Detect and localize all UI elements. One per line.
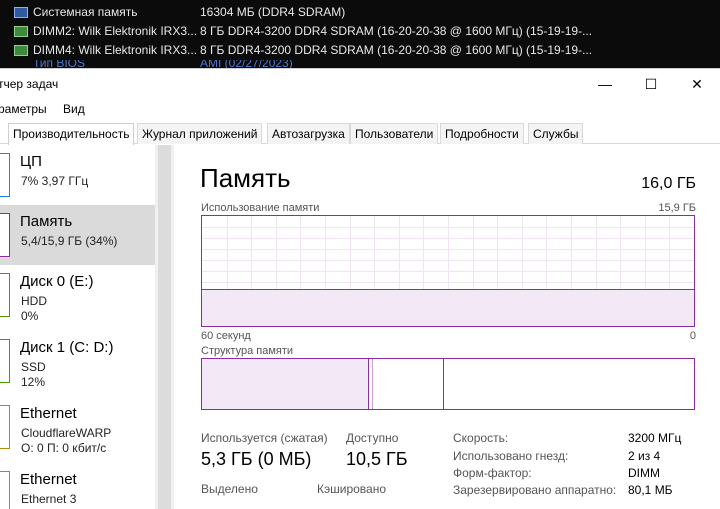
sidebar-item-ethernet-warp[interactable]: Ethernet CloudflareWARP О: 0 П: 0 кбит/с — [0, 397, 155, 457]
network-mini-graph — [0, 405, 10, 449]
sidebar-item-cpu[interactable]: ЦП 7% 3,97 ГГц — [0, 145, 155, 205]
sidebar-item-value: О: 0 П: 0 кбит/с — [21, 441, 107, 455]
background-aida-window: Системная память 16304 МБ (DDR4 SDRAM) D… — [0, 0, 720, 68]
sidebar-item-name: ЦП — [20, 153, 42, 170]
tab-app-history[interactable]: Журнал приложений — [137, 123, 263, 144]
usage-fill — [202, 289, 694, 326]
usage-graph-label: Использование памяти — [201, 202, 320, 214]
memory-icon — [14, 6, 28, 18]
sidebar-item-detail: Ethernet 3 — [21, 492, 77, 506]
sidebar-item-detail: 7% 3,97 ГГц — [21, 174, 89, 188]
cpu-mini-graph — [0, 153, 10, 197]
close-button[interactable]: ✕ — [674, 69, 720, 99]
page-title: Память — [200, 163, 291, 193]
memory-mini-graph — [0, 213, 10, 257]
form-factor-label: Форм-фактор: — [453, 466, 532, 480]
usage-graph-max: 15,9 ГБ — [658, 202, 696, 214]
sidebar-item-name: Ethernet — [20, 471, 77, 488]
dimm-icon — [14, 44, 28, 56]
sidebar-scrollbar-thumb[interactable] — [158, 145, 171, 509]
dimm-icon — [14, 25, 28, 37]
available-label: Доступно — [346, 431, 399, 445]
committed-label: Выделено — [201, 482, 258, 496]
sidebar-item-detail: CloudflareWARP — [21, 426, 112, 440]
graph-gridline-horizontal — [202, 238, 694, 239]
sidebar-item-value: 12% — [21, 375, 46, 389]
aida-row-label: Тип BIOS — [33, 60, 86, 68]
sidebar-item-name: Диск 0 (E:) — [20, 273, 94, 290]
speed-label: Скорость: — [453, 431, 509, 445]
graph-gridline-horizontal — [202, 249, 694, 250]
aida-row-bios[interactable]: Тип BIOS AMI (02/27/2023) — [0, 60, 720, 68]
structure-label: Структура памяти — [201, 345, 294, 357]
structure-standby — [443, 359, 444, 409]
sidebar-item-disk-1[interactable]: Диск 1 (C: D:) SSD 12% — [0, 331, 155, 391]
aida-row-value: AMI (02/27/2023) — [200, 60, 293, 68]
title-bar[interactable]: тчер задач — ☐ ✕ — [0, 69, 720, 99]
speed-value: 3200 МГц — [628, 431, 682, 445]
available-value: 10,5 ГБ — [346, 449, 408, 469]
sidebar-item-name: Память — [20, 213, 73, 230]
graph-gridline-horizontal — [202, 282, 694, 283]
graph-time-left: 60 секунд — [201, 330, 251, 342]
slots-used-label: Использовано гнезд: — [453, 449, 569, 463]
tab-users[interactable]: Пользователи — [350, 123, 439, 144]
memory-usage-graph — [201, 215, 695, 327]
network-mini-graph — [0, 471, 10, 509]
cached-label: Кэшировано — [317, 482, 387, 496]
sidebar-item-detail: 5,4/15,9 ГБ (34%) — [21, 234, 118, 248]
tab-services[interactable]: Службы — [528, 123, 584, 144]
sidebar-item-disk-0[interactable]: Диск 0 (E:) HDD 0% — [0, 265, 155, 325]
hardware-reserved-label: Зарезервировано аппаратно: — [453, 483, 617, 497]
sidebar-item-value: 0% — [21, 309, 39, 323]
sidebar-item-detail: SSD — [21, 360, 46, 374]
disk-mini-graph — [0, 339, 10, 383]
aida-row-dimm2[interactable]: DIMM2: Wilk Elektronik IRX3... 8 ГБ DDR4… — [0, 22, 720, 40]
sidebar-item-detail: HDD — [21, 294, 47, 308]
sidebar-item-name: Диск 1 (C: D:) — [20, 339, 114, 356]
memory-total: 16,0 ГБ — [641, 175, 696, 192]
menu-view[interactable]: Вид — [63, 102, 85, 116]
disk-mini-graph — [0, 273, 10, 317]
in-use-label: Используется (сжатая) — [201, 431, 328, 445]
menu-params[interactable]: раметры — [0, 102, 47, 116]
task-manager-window: тчер задач — ☐ ✕ раметры Вид Производите… — [0, 68, 720, 509]
aida-row-label: DIMM2: Wilk Elektronik IRX3... — [33, 24, 198, 38]
window-title: тчер задач — [0, 77, 59, 91]
minimize-button[interactable]: — — [582, 69, 628, 99]
resource-sidebar: ЦП 7% 3,97 ГГц Память 5,4/15,9 ГБ (34%) … — [0, 145, 174, 509]
graph-gridline-horizontal — [202, 271, 694, 272]
aida-row-dimm4[interactable]: DIMM4: Wilk Elektronik IRX3... 8 ГБ DDR4… — [0, 41, 720, 59]
in-use-value: 5,3 ГБ (0 МБ) — [201, 449, 312, 469]
tab-details[interactable]: Подробности — [440, 123, 524, 144]
menu-bar: раметры Вид — [0, 99, 720, 121]
tab-performance[interactable]: Производительность — [8, 123, 135, 145]
aida-row-value: 8 ГБ DDR4-3200 DDR4 SDRAM (16-20-20-38 @… — [200, 24, 593, 38]
aida-row-label: Системная память — [33, 5, 138, 19]
sidebar-scrollbar[interactable] — [155, 145, 174, 509]
tab-bar: Производительность Журнал приложений Авт… — [0, 123, 720, 145]
maximize-button[interactable]: ☐ — [628, 69, 674, 99]
aida-row-system-memory[interactable]: Системная память 16304 МБ (DDR4 SDRAM) — [0, 3, 720, 21]
aida-row-value: 8 ГБ DDR4-3200 DDR4 SDRAM (16-20-20-38 @… — [200, 43, 593, 57]
graph-gridline-horizontal — [202, 227, 694, 228]
graph-gridline-horizontal — [202, 260, 694, 261]
sidebar-item-memory[interactable]: Память 5,4/15,9 ГБ (34%) — [0, 205, 155, 265]
form-factor-value: DIMM — [628, 466, 660, 480]
sidebar-item-ethernet-3[interactable]: Ethernet Ethernet 3 — [0, 463, 155, 509]
structure-in-use — [202, 359, 369, 409]
memory-structure-bar — [201, 358, 695, 410]
tab-startup[interactable]: Автозагрузка — [267, 123, 350, 144]
slots-used-value: 2 из 4 — [628, 449, 661, 463]
aida-row-value: 16304 МБ (DDR4 SDRAM) — [200, 5, 346, 19]
memory-panel: Память 16,0 ГБ Использование памяти 15,9… — [174, 145, 720, 509]
sidebar-item-name: Ethernet — [20, 405, 77, 422]
graph-time-right: 0 — [689, 330, 696, 342]
hardware-reserved-value: 80,1 МБ — [628, 483, 673, 497]
aida-row-label: DIMM4: Wilk Elektronik IRX3... — [33, 43, 198, 57]
structure-modified — [372, 359, 373, 409]
